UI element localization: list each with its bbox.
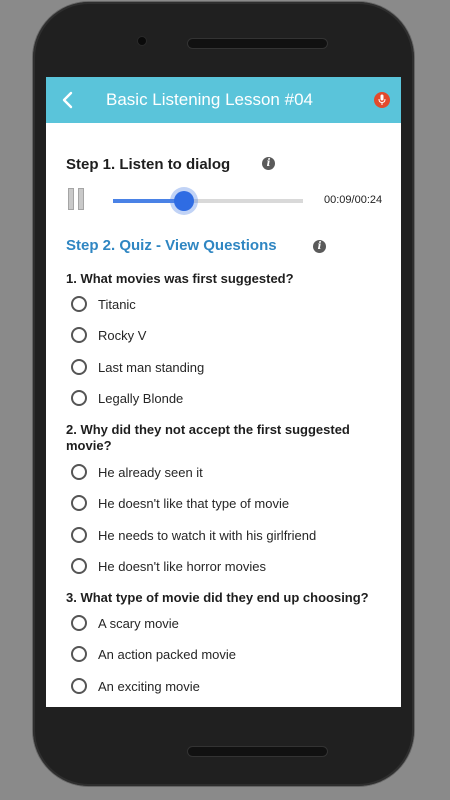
option-label: He doesn't like that type of movie <box>98 496 290 511</box>
radio-button[interactable] <box>71 558 87 574</box>
playback-time: 00:09/00:24 <box>324 194 383 206</box>
audio-seek-bar[interactable] <box>113 191 303 211</box>
lesson-content: Step 1. Listen to dialog i 00:09/00:24 S… <box>46 123 401 707</box>
option-label: Last man standing <box>98 360 205 375</box>
option-label: He already seen it <box>98 465 203 480</box>
option-3-2[interactable]: An action packed movie <box>71 644 391 668</box>
option-1-4[interactable]: Legally Blonde <box>71 388 391 412</box>
option-1-3[interactable]: Last man standing <box>71 357 391 381</box>
option-label: He doesn't like horror movies <box>98 559 266 574</box>
back-arrow-icon[interactable] <box>56 87 80 113</box>
question-3: 3. What type of movie did they end up ch… <box>66 590 369 605</box>
option-1-2[interactable]: Rocky V <box>71 325 391 349</box>
option-2-1[interactable]: He already seen it <box>71 462 391 486</box>
radio-button[interactable] <box>71 296 87 312</box>
app-screen: Basic Listening Lesson #04 Step 1. Liste… <box>46 77 401 707</box>
option-2-3[interactable]: He needs to watch it with his girlfriend <box>71 525 391 549</box>
radio-button[interactable] <box>71 464 87 480</box>
option-label: Titanic <box>98 297 136 312</box>
option-2-4[interactable]: He doesn't like horror movies <box>71 556 391 580</box>
question-2: 2. Why did they not accept the first sug… <box>66 422 350 453</box>
option-label: An exciting movie <box>98 679 200 694</box>
option-label: He needs to watch it with his girlfriend <box>98 528 317 543</box>
step2-title[interactable]: Step 2. Quiz - View Questions <box>66 237 277 254</box>
radio-button[interactable] <box>71 495 87 511</box>
step1-title: Step 1. Listen to dialog <box>66 156 231 173</box>
app-bar: Basic Listening Lesson #04 <box>46 77 401 123</box>
earpiece-speaker <box>188 39 327 48</box>
step2-info-icon[interactable]: i <box>313 240 326 253</box>
option-3-1[interactable]: A scary movie <box>71 613 391 637</box>
option-2-2[interactable]: He doesn't like that type of movie <box>71 493 391 517</box>
option-3-3[interactable]: An exciting movie <box>71 676 391 700</box>
radio-button[interactable] <box>71 390 87 406</box>
step1-info-icon[interactable]: i <box>262 157 275 170</box>
radio-button[interactable] <box>71 646 87 662</box>
radio-button[interactable] <box>71 678 87 694</box>
bottom-speaker <box>188 747 327 756</box>
pause-icon[interactable] <box>68 188 88 210</box>
seek-thumb[interactable] <box>174 191 194 211</box>
radio-button[interactable] <box>71 615 87 631</box>
radio-button[interactable] <box>71 527 87 543</box>
option-label: A scary movie <box>98 616 179 631</box>
camera-lens <box>138 37 146 45</box>
option-label: Legally Blonde <box>98 391 184 406</box>
option-1-1[interactable]: Titanic <box>71 294 391 318</box>
radio-button[interactable] <box>71 327 87 343</box>
question-1: 1. What movies was first suggested? <box>66 271 294 286</box>
microphone-icon[interactable] <box>374 92 390 108</box>
option-label: An action packed movie <box>98 647 237 662</box>
page-title: Basic Listening Lesson #04 <box>106 90 313 109</box>
option-label: Rocky V <box>98 328 147 343</box>
radio-button[interactable] <box>71 359 87 375</box>
